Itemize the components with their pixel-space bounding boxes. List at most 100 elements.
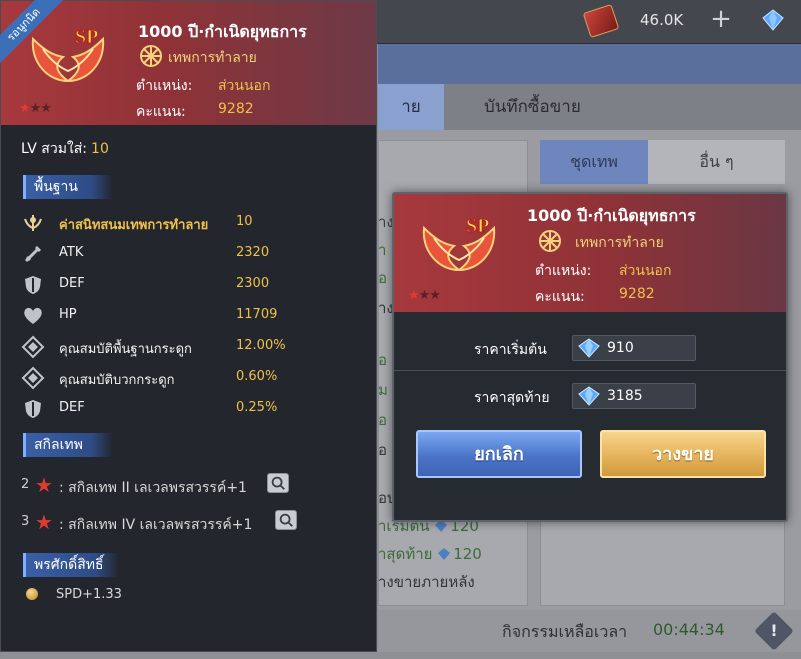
stat-value: 2300 [236, 276, 270, 291]
market-tab-bar: าย บันทึกซื้อขาย [378, 84, 801, 130]
info-icon[interactable]: ! [754, 611, 794, 651]
item-stars: ★★★ [19, 101, 52, 116]
stat-value: 0.25% [236, 400, 278, 415]
stat-row: ATK 2320 [21, 242, 361, 266]
skill-text: : สกิลเทพ IV เลเวลพรสวรรค์+1 [59, 517, 253, 533]
panel-header-bg [378, 44, 801, 84]
score-label: คะแนน: [535, 289, 585, 305]
section-god-skills: สกิลเทพ [23, 433, 113, 457]
start-price-label: ราคาเริ่มต้น [474, 342, 547, 358]
equip-level: LV สวมใส่: 10 [21, 138, 109, 160]
bg-value: 120 [453, 545, 482, 563]
dialog-item-header: SP ★★★ 1000 ปี·กำเนิดยุทธการ เทพการทำลาย… [394, 194, 786, 312]
stat-row: DEF 0.25% [21, 397, 361, 421]
stat-row: ค่าสนิทสนมเทพการทำลาย 10 [21, 211, 361, 235]
stat-value: 10 [236, 214, 253, 229]
spd-bonus: SPD+1.33 [56, 587, 122, 602]
list-for-sale-button[interactable]: วางขาย [600, 430, 766, 478]
stat-name: HP [59, 307, 77, 322]
stat-value: 11709 [236, 307, 278, 322]
red-star-icon: ★ [35, 473, 53, 497]
item-title: 1000 ปี·กำเนิดยุทธการ [138, 22, 307, 41]
stat-name: ATK [59, 245, 84, 260]
bg-sell-later: างขายภายหลัง [378, 573, 475, 591]
search-icon[interactable] [275, 510, 297, 530]
end-price-label: ราคาสุดท้าย [474, 390, 550, 406]
bg-end-price-label: าสุดท้าย 120 [378, 542, 482, 566]
stat-name: ค่าสนิทสนมเทพการทำลาย [59, 218, 209, 233]
sell-dialog: SP ★★★ 1000 ปี·กำเนิดยุทธการ เทพการทำลาย… [392, 192, 788, 522]
ticket-icon [582, 4, 620, 38]
red-star-icon: ★ [35, 510, 53, 534]
stat-name: คุณสมบัติพื้นฐานกระดูก [59, 342, 192, 357]
svg-text:SP: SP [466, 215, 489, 237]
tab-trade-history[interactable]: บันทึกซื้อขาย [484, 84, 581, 130]
score-label: คะแนน: [136, 104, 186, 120]
item-tooltip: รอนูกนิด SP ★★★ 1000 ปี·กำเนิดยุทธการ เท… [0, 0, 377, 652]
event-timer-value: 00:44:34 [653, 620, 725, 639]
score-value: 9282 [218, 101, 254, 117]
stat-name: DEF [59, 276, 85, 291]
end-price-field[interactable]: 3185 [572, 383, 696, 409]
tooltip-header: รอนูกนิด SP ★★★ 1000 ปี·กำเนิดยุทธการ เท… [0, 0, 376, 125]
gold-orb-icon [26, 588, 38, 600]
position-label: ตำแหน่ง: [136, 78, 193, 94]
wing-emblem-icon [24, 215, 42, 231]
subtab-god-set[interactable]: ชุดเทพ [540, 140, 648, 184]
item-god-type: เทพการทำลาย [168, 50, 257, 66]
end-price-value: 3185 [607, 388, 643, 404]
stat-name: DEF [59, 400, 85, 415]
diamond-gem-icon [578, 338, 600, 358]
stat-row: คุณสมบัติบวกกระดูก 0.60% [21, 366, 361, 390]
diamond-icon [21, 366, 45, 390]
divider [394, 370, 786, 371]
skill-row: 2 ★ : สกิลเทพ II เลเวลพรสวรรค์+1 [21, 473, 361, 499]
stat-row: คุณสมบัติพื้นฐานกระดูก 12.00% [21, 335, 361, 359]
stat-row: HP 11709 [21, 304, 361, 328]
stat-value: 0.60% [236, 369, 278, 384]
dialog-item-god-type: เทพการทำลาย [575, 235, 664, 251]
diamond-icon [21, 335, 45, 359]
stat-name: คุณสมบัติบวกกระดูก [59, 373, 175, 388]
position-value: ส่วนนอก [619, 263, 672, 279]
item-stars: ★★★ [408, 288, 441, 303]
bg-text: อ [378, 269, 388, 287]
start-price-field[interactable]: 910 [572, 335, 696, 361]
skill-star-count: 3 [21, 514, 30, 529]
diamond-gem-icon [578, 386, 600, 406]
dialog-item-title: 1000 ปี·กำเนิดยุทธการ [527, 206, 696, 225]
cancel-button[interactable]: ยกเลิก [416, 430, 582, 478]
destruction-god-emblem-icon [539, 230, 561, 252]
bg-text: า [378, 241, 387, 259]
event-timer-label: กิจกรรมเหลือเวลา [502, 622, 628, 641]
svg-text:SP: SP [75, 26, 98, 48]
heart-icon [24, 307, 42, 324]
section-base-stats: พื้นฐาน [23, 175, 113, 199]
sp-wing-item-icon: SP [422, 215, 496, 272]
stat-value: 12.00% [236, 338, 286, 353]
diamond-gem-icon [762, 9, 784, 31]
market-subtabs: ชุดเทพ อื่น ๆ [540, 140, 785, 184]
bg-text: ม [378, 381, 388, 399]
tab-sell[interactable]: าย [378, 84, 444, 130]
bg-text: าสุดท้าย [378, 545, 433, 563]
shield-icon [25, 400, 41, 418]
subtab-others[interactable]: อื่น ๆ [648, 140, 785, 184]
bg-text: อ [378, 351, 388, 369]
skill-text: : สกิลเทพ II เลเวลพรสวรรค์+1 [59, 480, 247, 496]
skill-row: 3 ★ : สกิลเทพ IV เลเวลพรสวรรค์+1 [21, 510, 361, 536]
search-icon[interactable] [267, 473, 289, 493]
plus-icon[interactable]: + [710, 6, 732, 32]
equip-level-value: 10 [91, 141, 109, 157]
start-price-value: 910 [607, 340, 634, 356]
equip-level-label: LV สวมใส่: [21, 141, 88, 157]
section-blessing: พรศักดิ์สิทธิ์ [23, 553, 119, 577]
stat-row: DEF 2300 [21, 273, 361, 297]
skill-star-count: 2 [21, 477, 30, 492]
score-value: 9282 [619, 286, 655, 302]
sword-icon [24, 245, 42, 263]
sp-wing-item-icon: SP [31, 26, 105, 83]
position-value: ส่วนนอก [218, 78, 271, 94]
currency-value: 46.0K [640, 11, 684, 29]
bg-text: อ [378, 441, 388, 459]
